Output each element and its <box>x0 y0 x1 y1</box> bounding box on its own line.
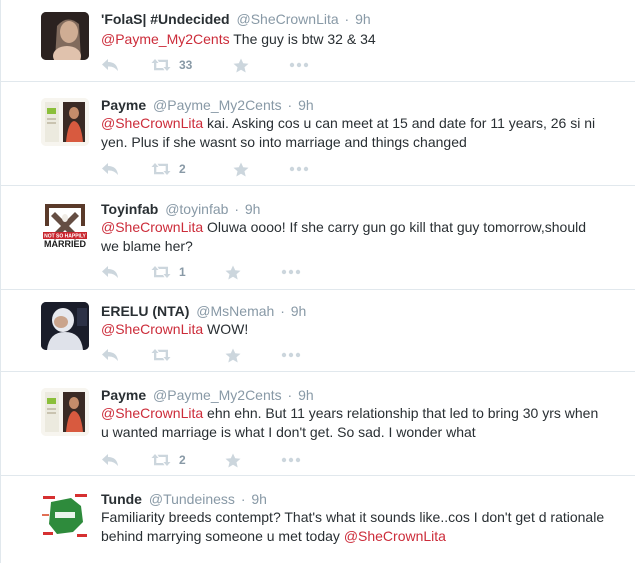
tweet-username[interactable]: @MsNemah <box>196 303 274 319</box>
more-options-button[interactable] <box>289 161 309 177</box>
star-icon <box>233 58 249 72</box>
favorite-button[interactable] <box>233 161 249 177</box>
tweet-text: @SheCrownLita WOW! <box>101 321 249 337</box>
star-icon <box>225 265 241 279</box>
retweet-icon <box>151 349 171 361</box>
tweet-text: @SheCrownLita ehn ehn. But 11 years rela… <box>101 405 599 440</box>
retweet-button[interactable]: 1 <box>151 264 186 280</box>
mention-link[interactable]: @SheCrownLita <box>101 321 203 337</box>
favorite-button[interactable] <box>225 347 241 363</box>
more-options-button[interactable] <box>289 57 309 73</box>
retweet-icon <box>151 163 171 175</box>
retweet-count: 33 <box>179 58 193 72</box>
book-cover-icon <box>41 98 89 146</box>
retweet-icon <box>151 59 171 71</box>
reply-icon <box>102 349 118 361</box>
tweet-text: Familiarity breeds contempt? That's what… <box>101 509 605 544</box>
nigeria-map-wordcloud-icon <box>41 492 89 540</box>
more-options-button[interactable] <box>281 264 301 280</box>
tweet-item[interactable]: ERELU (NTA) @MsNemah · 9h @SheCrownLita … <box>1 290 635 372</box>
retweet-count: 1 <box>179 265 186 279</box>
tweet-fullname[interactable]: ERELU (NTA) <box>101 303 189 319</box>
tweet-item[interactable]: 'FolaS| #Undecided @SheCrownLita · 9h @P… <box>1 0 635 82</box>
star-icon <box>225 348 241 362</box>
book-cover-icon <box>41 388 89 436</box>
avatar[interactable] <box>41 492 89 540</box>
more-dots-icon <box>289 62 309 68</box>
more-dots-icon <box>281 269 301 275</box>
retweet-count: 2 <box>179 162 186 176</box>
reply-button[interactable] <box>101 264 119 280</box>
reply-icon <box>102 454 118 466</box>
baby-photo-icon <box>41 302 89 350</box>
avatar[interactable]: NOT SO HAPPILY MARRIED <box>41 202 89 250</box>
more-dots-icon <box>281 352 301 358</box>
tweet-timestamp[interactable]: 9h <box>298 387 314 403</box>
tweet-fullname[interactable]: Payme <box>101 97 146 113</box>
mention-link[interactable]: @SheCrownLita <box>101 405 203 421</box>
reply-icon <box>102 59 118 71</box>
tweet-item[interactable]: Tunde @Tundeiness · 9h Familiarity breed… <box>1 476 635 563</box>
more-options-button[interactable] <box>281 452 301 468</box>
retweet-icon <box>151 266 171 278</box>
tweet-text: @SheCrownLita kai. Asking cos u can meet… <box>101 115 596 150</box>
tweet-timestamp[interactable]: 9h <box>355 11 371 27</box>
profile-photo-icon <box>41 12 89 60</box>
tweet-timestamp[interactable]: 9h <box>251 491 267 507</box>
tweet-fullname[interactable]: Tunde <box>101 491 142 507</box>
more-dots-icon <box>289 166 309 172</box>
reply-button[interactable] <box>101 57 119 73</box>
favorite-button[interactable] <box>233 57 249 73</box>
tweet-fullname[interactable]: Toyinfab <box>101 201 158 217</box>
more-options-button[interactable] <box>281 347 301 363</box>
favorite-button[interactable] <box>225 264 241 280</box>
tweet-text: @Payme_My2Cents The guy is btw 32 & 34 <box>101 31 376 47</box>
star-icon <box>225 453 241 467</box>
tweet-username[interactable]: @SheCrownLita <box>237 11 339 27</box>
retweet-button[interactable] <box>151 347 171 363</box>
tweet-username[interactable]: @Payme_My2Cents <box>153 97 282 113</box>
favorite-button[interactable] <box>225 452 241 468</box>
retweet-icon <box>151 454 171 466</box>
tweet-timestamp[interactable]: 9h <box>245 201 261 217</box>
tweet-text: @SheCrownLita Oluwa oooo! If she carry g… <box>101 219 587 254</box>
avatar[interactable] <box>41 388 89 436</box>
reply-button[interactable] <box>101 161 119 177</box>
star-icon <box>233 162 249 176</box>
mention-link[interactable]: @Payme_My2Cents <box>101 31 230 47</box>
tweet-username[interactable]: @toyinfab <box>165 201 228 217</box>
retweet-button[interactable]: 33 <box>151 57 192 73</box>
avatar[interactable] <box>41 98 89 146</box>
tweet-timestamp[interactable]: 9h <box>298 97 314 113</box>
svg-text:MARRIED: MARRIED <box>44 239 86 249</box>
tweet-fullname[interactable]: 'FolaS| #Undecided <box>101 11 230 27</box>
mention-link[interactable]: @SheCrownLita <box>344 528 446 544</box>
tweet-username[interactable]: @Payme_My2Cents <box>153 387 282 403</box>
reply-button[interactable] <box>101 347 119 363</box>
retweet-button[interactable]: 2 <box>151 161 186 177</box>
reply-icon <box>102 266 118 278</box>
retweet-count: 2 <box>179 453 186 467</box>
retweet-button[interactable]: 2 <box>151 452 186 468</box>
tweet-timestamp[interactable]: 9h <box>291 303 307 319</box>
tweet-fullname[interactable]: Payme <box>101 387 146 403</box>
reply-icon <box>102 163 118 175</box>
tweet-timeline: 'FolaS| #Undecided @SheCrownLita · 9h @P… <box>0 0 635 563</box>
more-dots-icon <box>281 457 301 463</box>
tweet-username[interactable]: @Tundeiness <box>149 491 235 507</box>
avatar[interactable] <box>41 302 89 350</box>
tweet-item[interactable]: NOT SO HAPPILY MARRIED Toyinfab @toyinfa… <box>1 186 635 290</box>
mention-link[interactable]: @SheCrownLita <box>101 115 203 131</box>
not-so-happily-married-logo-icon: NOT SO HAPPILY MARRIED <box>41 202 89 250</box>
mention-link[interactable]: @SheCrownLita <box>101 219 203 235</box>
avatar[interactable] <box>41 12 89 60</box>
tweet-item[interactable]: Payme @Payme_My2Cents · 9h @SheCrownLita… <box>1 372 635 476</box>
reply-button[interactable] <box>101 452 119 468</box>
tweet-item[interactable]: Payme @Payme_My2Cents · 9h @SheCrownLita… <box>1 82 635 186</box>
